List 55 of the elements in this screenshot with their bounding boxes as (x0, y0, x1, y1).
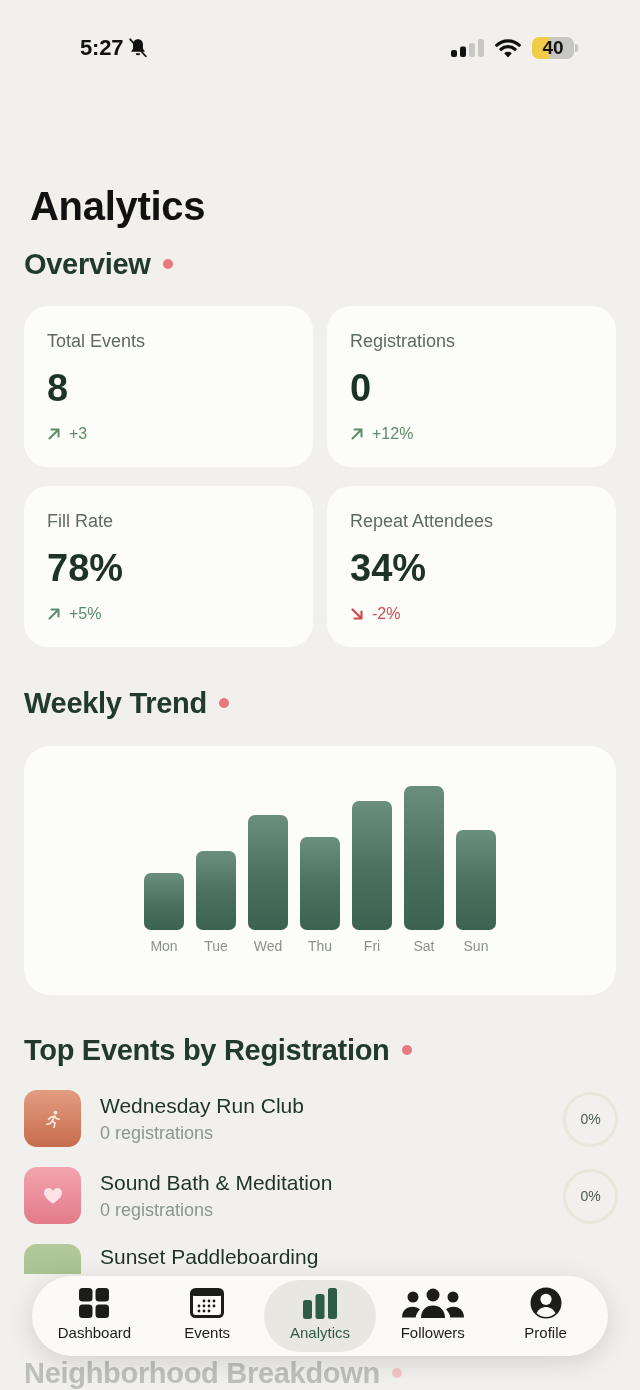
stat-change: -2% (372, 604, 401, 624)
stat-label: Repeat Attendees (350, 510, 494, 532)
status-time: 5:27 (80, 35, 124, 61)
day-label: Sun (463, 937, 489, 955)
profile-icon (529, 1287, 562, 1319)
day-label: Mon (150, 937, 178, 955)
dot-icon (218, 698, 229, 708)
day-label: Sat (413, 937, 435, 955)
stat-value: 34% (350, 546, 427, 590)
section-heading: Weekly Trend (24, 686, 207, 721)
event-title: Sound Bath & Meditation (100, 1170, 333, 1196)
percent-ring: 0% (563, 1169, 618, 1224)
percent-ring: 0% (563, 1092, 618, 1147)
arrow-down-right-icon (350, 607, 364, 621)
event-title: Sunset Paddleboarding (100, 1244, 319, 1270)
arrow-up-right-icon (350, 427, 364, 441)
stat-value: 0 (350, 366, 372, 410)
day-label: Thu (307, 937, 333, 955)
people-icon (401, 1287, 464, 1319)
bar-chart-icon (302, 1287, 338, 1319)
stat-change: +3 (69, 424, 88, 444)
section-heading: Overview (24, 247, 151, 282)
wifi-icon (495, 38, 521, 58)
day-label: Wed (253, 937, 283, 955)
stat-value: 78% (47, 546, 124, 590)
event-title: Wednesday Run Club (100, 1093, 304, 1119)
bell-slash-icon (127, 37, 150, 59)
stat-value: 8 (47, 366, 69, 410)
stat-label: Total Events (47, 330, 146, 352)
grid-icon (78, 1287, 111, 1319)
dot-icon (401, 1045, 412, 1055)
chart-bar (144, 873, 184, 930)
arrow-up-right-icon (47, 427, 61, 441)
stat-label: Registrations (350, 330, 456, 352)
nav-tab[interactable]: Profile (489, 1280, 602, 1352)
signal-icon (451, 39, 484, 57)
section-heading: Top Events by Registration (24, 1033, 390, 1068)
nav-tab[interactable]: Events (150, 1280, 264, 1352)
stat-label: Fill Rate (47, 510, 113, 532)
event-subtitle: 0 registrations (100, 1199, 214, 1221)
stat-change: +5% (69, 604, 102, 624)
tile-icon (24, 1244, 81, 1274)
day-label: Fri (363, 937, 381, 955)
dot-icon (162, 259, 173, 269)
stat-change: +12% (372, 424, 414, 444)
page-title: Analytics (30, 183, 206, 230)
nav-tab[interactable]: Analytics (263, 1280, 377, 1352)
nav-tab[interactable]: Followers (376, 1280, 490, 1352)
arrow-up-right-icon (47, 607, 61, 621)
runner-icon (24, 1090, 81, 1147)
event-subtitle: 0 registrations (100, 1122, 214, 1144)
day-label: Tue (204, 937, 228, 955)
nav-tab[interactable]: Dashboard (38, 1280, 151, 1352)
dot-icon (391, 1368, 402, 1378)
calendar-icon (190, 1288, 225, 1318)
